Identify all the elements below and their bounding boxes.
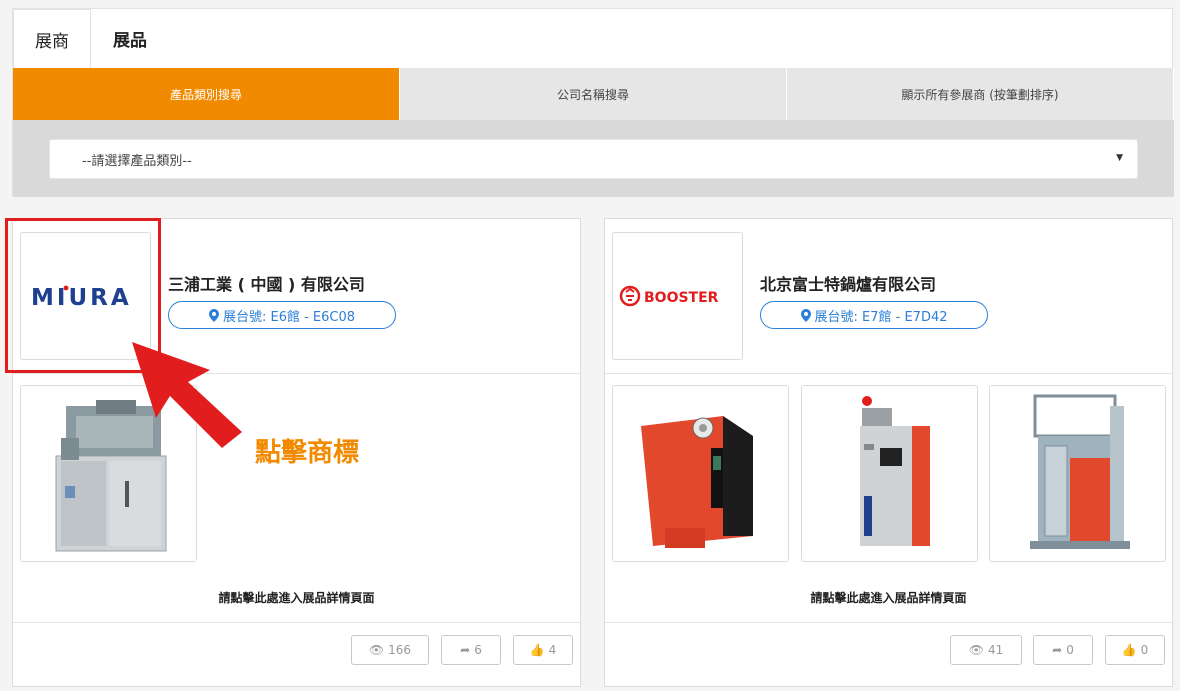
share-icon: ➦ [460, 643, 471, 657]
views-counter[interactable]: 👁 166 [351, 635, 429, 665]
booth-label: 展台號: E7館 - E7D42 [814, 309, 948, 325]
views-count: 41 [987, 643, 1004, 657]
category-select-placeholder: --請選擇產品類別-- [82, 153, 192, 169]
views-count: 166 [388, 643, 412, 657]
boiler-image [860, 396, 930, 546]
thumbs-up-icon: 👍 [529, 643, 545, 657]
product-detail-link[interactable]: 請點擊此處進入展品詳情頁面 [13, 589, 580, 606]
boiler-image [641, 416, 753, 548]
search-panel: 展商 展品 產品類別搜尋 公司名稱搜尋 顯示所有參展商 (按筆劃排序) --請選… [12, 8, 1174, 197]
company-name[interactable]: 北京富士特鍋爐有限公司 [760, 271, 936, 295]
boiler-image [1030, 394, 1130, 549]
tab-company-search[interactable]: 公司名稱搜尋 [400, 68, 787, 120]
eye-icon: 👁 [968, 643, 984, 657]
tab-category-search[interactable]: 產品類別搜尋 [13, 68, 400, 120]
like-count: 4 [548, 643, 557, 657]
booth-label: 展台號: E6館 - E6C08 [222, 309, 356, 325]
divider [605, 622, 1172, 623]
tab-show-all[interactable]: 顯示所有參展商 (按筆劃排序) [787, 68, 1174, 120]
divider [13, 373, 580, 374]
share-count: 0 [1066, 643, 1074, 657]
product-detail-link[interactable]: 請點擊此處進入展品詳情頁面 [605, 589, 1172, 606]
product-thumbnail[interactable] [989, 385, 1166, 562]
like-button[interactable]: 👍 0 [1105, 635, 1165, 665]
booth-badge[interactable]: 展台號: E6館 - E6C08 [168, 301, 396, 329]
tab-exhibitors[interactable]: 展商 [13, 9, 91, 68]
share-icon: ➦ [1052, 643, 1063, 657]
main-tabs: 展商 展品 [13, 9, 1172, 68]
share-button[interactable]: ➦ 0 [1033, 635, 1093, 665]
map-pin-icon [208, 308, 219, 322]
click-logo-label: 點擊商標 [255, 438, 360, 468]
filter-area: --請選擇產品類別-- ▼ [13, 120, 1174, 197]
views-counter[interactable]: 👁 41 [950, 635, 1022, 665]
map-pin-icon [800, 308, 811, 322]
company-name[interactable]: 三浦工業 ( 中國 ) 有限公司 [168, 271, 365, 295]
caret-down-icon: ▼ [1116, 153, 1123, 163]
booster-logo-icon: BOOSTER [619, 285, 719, 307]
share-count: 6 [474, 643, 482, 657]
eye-icon: 👁 [368, 643, 385, 657]
category-select[interactable]: --請選擇產品類別-- ▼ [49, 139, 1138, 179]
exhibitor-card-booster: BOOSTER 北京富士特鍋爐有限公司 展台號: E7館 - E7D42 請點擊… [604, 218, 1173, 687]
product-thumbnail[interactable] [801, 385, 978, 562]
company-logo-booster[interactable]: BOOSTER [612, 232, 743, 360]
product-thumbnail[interactable] [612, 385, 789, 562]
booster-logo-text: BOOSTER [644, 290, 719, 306]
divider [605, 373, 1172, 374]
divider [13, 622, 580, 623]
search-mode-tabs: 產品類別搜尋 公司名稱搜尋 顯示所有參展商 (按筆劃排序) [13, 68, 1174, 120]
share-button[interactable]: ➦ 6 [441, 635, 501, 665]
like-count: 0 [1140, 643, 1149, 657]
like-button[interactable]: 👍 4 [513, 635, 573, 665]
pointer-arrow-icon [132, 342, 242, 448]
booth-badge[interactable]: 展台號: E7館 - E7D42 [760, 301, 988, 329]
thumbs-up-icon: 👍 [1121, 643, 1137, 657]
tab-products[interactable]: 展品 [91, 9, 169, 68]
